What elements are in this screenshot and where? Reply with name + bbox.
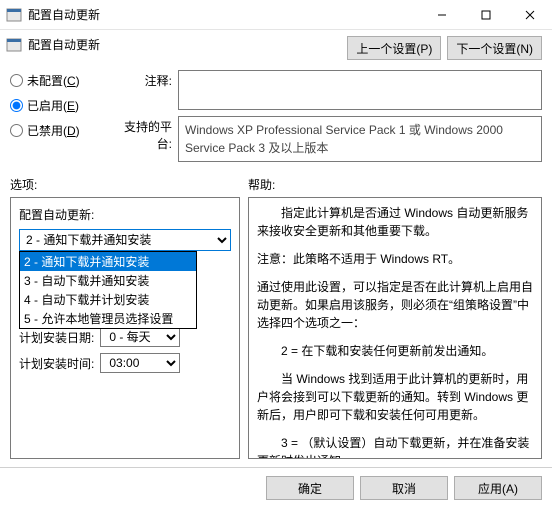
configure-update-label: 配置自动更新: bbox=[19, 206, 231, 223]
options-panel: 配置自动更新: 2 - 通知下载并通知安装 2 - 通知下载并通知安装 3 - … bbox=[10, 197, 240, 459]
ok-button[interactable]: 确定 bbox=[266, 476, 354, 500]
install-time-select[interactable]: 03:00 bbox=[100, 353, 180, 373]
radio-not-configured-label: 未配置(C) bbox=[27, 72, 80, 89]
radio-enabled-label: 已启用(E) bbox=[27, 97, 79, 114]
help-panel[interactable]: 指定此计算机是否通过 Windows 自动更新服务来接收安全更新和其他重要下载。… bbox=[248, 197, 542, 459]
install-day-label: 计划安装日期: bbox=[19, 329, 94, 346]
dropdown-item[interactable]: 4 - 自动下载并计划安装 bbox=[20, 290, 196, 309]
dropdown-item[interactable]: 2 - 通知下载并通知安装 bbox=[20, 252, 196, 271]
apply-button[interactable]: 应用(A) bbox=[454, 476, 542, 500]
next-setting-button[interactable]: 下一个设置(N) bbox=[447, 36, 542, 60]
platform-label: 支持的平台: bbox=[110, 116, 172, 152]
radio-disabled-label: 已禁用(D) bbox=[27, 122, 80, 139]
help-paragraph: 2 = 在下载和安装任何更新前发出通知。 bbox=[257, 342, 533, 360]
install-day-select[interactable]: 0 - 每天 bbox=[100, 327, 180, 347]
window-icon bbox=[6, 7, 22, 23]
help-paragraph: 当 Windows 找到适用于此计算机的更新时，用户将会接到可以下载更新的通知。… bbox=[257, 370, 533, 424]
window-title: 配置自动更新 bbox=[28, 6, 420, 23]
configure-update-dropdown: 2 - 通知下载并通知安装 3 - 自动下载并通知安装 4 - 自动下载并计划安… bbox=[19, 251, 197, 329]
platform-value: Windows XP Professional Service Pack 1 或… bbox=[178, 116, 542, 162]
comment-label: 注释: bbox=[110, 70, 172, 89]
page-icon bbox=[6, 37, 22, 53]
cancel-button[interactable]: 取消 bbox=[360, 476, 448, 500]
dropdown-item[interactable]: 3 - 自动下载并通知安装 bbox=[20, 271, 196, 290]
help-paragraph: 指定此计算机是否通过 Windows 自动更新服务来接收安全更新和其他重要下载。 bbox=[257, 204, 533, 240]
radio-not-configured-input[interactable] bbox=[10, 74, 23, 87]
radio-not-configured[interactable]: 未配置(C) bbox=[10, 72, 110, 89]
page-title: 配置自动更新 bbox=[28, 36, 100, 53]
radio-enabled-input[interactable] bbox=[10, 99, 23, 112]
configure-update-select[interactable]: 2 - 通知下载并通知安装 bbox=[19, 229, 231, 251]
close-button[interactable] bbox=[508, 0, 552, 29]
options-section-label: 选项: bbox=[10, 176, 248, 193]
help-paragraph: 通过使用此设置，可以指定是否在此计算机上启用自动更新。如果启用该服务，则必须在“… bbox=[257, 278, 533, 332]
help-paragraph: 3 = （默认设置）自动下载更新，并在准备安装更新时发出通知 bbox=[257, 434, 533, 459]
minimize-button[interactable] bbox=[420, 0, 464, 29]
maximize-button[interactable] bbox=[464, 0, 508, 29]
install-time-label: 计划安装时间: bbox=[19, 355, 94, 372]
help-section-label: 帮助: bbox=[248, 176, 542, 193]
radio-disabled-input[interactable] bbox=[10, 124, 23, 137]
dropdown-item[interactable]: 5 - 允许本地管理员选择设置 bbox=[20, 309, 196, 328]
comment-input[interactable] bbox=[178, 70, 542, 110]
help-paragraph: 注意：此策略不适用于 Windows RT。 bbox=[257, 250, 533, 268]
radio-disabled[interactable]: 已禁用(D) bbox=[10, 122, 110, 139]
previous-setting-button[interactable]: 上一个设置(P) bbox=[347, 36, 441, 60]
radio-enabled[interactable]: 已启用(E) bbox=[10, 97, 110, 114]
